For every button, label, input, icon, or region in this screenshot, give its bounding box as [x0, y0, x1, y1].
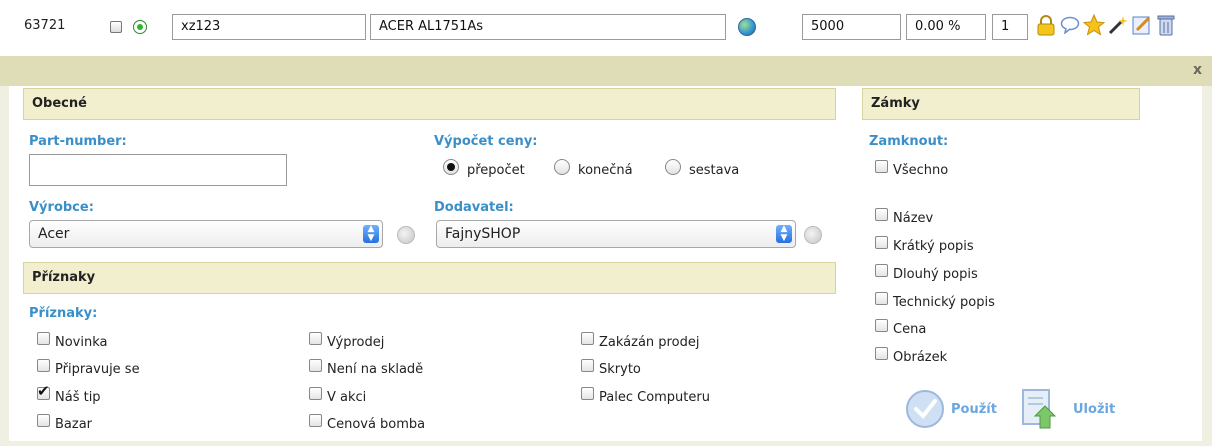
flag-checkbox-novinka[interactable]	[37, 332, 50, 345]
code-input[interactable]: xz123	[172, 14, 366, 40]
flag-label: Náš tip	[55, 390, 101, 405]
product-row: 63721 xz123 ACER AL1751As 5000 0.00 % 1	[0, 0, 1212, 57]
flag-checkbox-vyprodej[interactable]	[309, 332, 322, 345]
apply-button[interactable]: Použít	[951, 402, 997, 417]
select-arrows-icon: ▲ ▼	[776, 225, 792, 243]
flag-checkbox-zakazan-prodej[interactable]	[581, 332, 594, 345]
comment-icon[interactable]	[1060, 16, 1080, 34]
panel-header: x	[0, 56, 1212, 86]
flag-checkbox-palec-computeru[interactable]	[581, 387, 594, 400]
flag-label: Zakázán prodej	[599, 335, 700, 350]
product-name-input[interactable]: ACER AL1751As	[370, 14, 726, 40]
lock-checkbox-cena[interactable]	[875, 319, 888, 332]
price-calc-radio-sestava[interactable]	[665, 159, 681, 175]
row-active-radio[interactable]	[133, 20, 147, 34]
flag-label: Skryto	[599, 362, 641, 377]
part-number-label: Part-number:	[29, 134, 127, 149]
price-calc-radio-prepocet[interactable]	[443, 159, 459, 175]
price-calc-option-label: sestava	[689, 163, 740, 178]
flag-checkbox-pripravuje-se[interactable]	[37, 359, 50, 372]
flag-label: Výprodej	[327, 335, 385, 350]
price-calc-option-label: konečná	[578, 163, 633, 178]
manufacturer-select[interactable]: Acer ▲ ▼	[29, 220, 383, 248]
row-select-checkbox[interactable]	[110, 21, 122, 33]
price-calc-option-label: přepočet	[467, 163, 525, 178]
flag-label: Bazar	[55, 417, 93, 432]
panel-content: Obecné Part-number: Výpočet ceny: přepoč…	[9, 86, 1202, 441]
flag-checkbox-cenova-bomba[interactable]	[309, 414, 322, 427]
lock-label: Zamknout:	[869, 134, 949, 149]
lock-checkbox-obrazek[interactable]	[875, 347, 888, 360]
lock-option-label: Všechno	[893, 163, 949, 178]
lock-checkbox-kratky-popis[interactable]	[875, 236, 888, 249]
price-input[interactable]: 5000	[802, 14, 901, 40]
flag-checkbox-nas-tip[interactable]	[37, 382, 50, 400]
flag-label: Připravuje se	[55, 362, 140, 377]
save-icon[interactable]	[1019, 386, 1059, 430]
supplier-value: FajnySHOP	[445, 226, 521, 242]
lock-checkbox-technicky-popis[interactable]	[875, 292, 888, 305]
supplier-add-icon[interactable]	[804, 226, 822, 244]
flag-checkbox-neni-na-sklade[interactable]	[309, 359, 322, 372]
supplier-label: Dodavatel:	[434, 200, 514, 215]
lock-option-label: Název	[893, 211, 934, 226]
quantity-input[interactable]: 1	[992, 14, 1028, 40]
price-calc-radio-konecna[interactable]	[554, 159, 570, 175]
discount-input[interactable]: 0.00 %	[906, 14, 986, 40]
section-header-obecne: Obecné	[23, 88, 836, 120]
edit-icon[interactable]	[1131, 14, 1153, 36]
section-header-zamky: Zámky	[862, 88, 1140, 120]
lock-option-label: Obrázek	[893, 350, 948, 365]
manufacturer-label: Výrobce:	[29, 200, 94, 215]
close-icon[interactable]: x	[1193, 62, 1202, 78]
flag-checkbox-bazar[interactable]	[37, 414, 50, 427]
select-arrows-icon: ▲ ▼	[363, 225, 379, 243]
apply-check-icon[interactable]	[905, 389, 945, 429]
lock-checkbox-all[interactable]	[875, 160, 888, 173]
magic-wand-icon[interactable]	[1107, 14, 1129, 36]
lock-icon[interactable]	[1036, 14, 1056, 36]
lock-checkbox-dlouhy-popis[interactable]	[875, 264, 888, 277]
section-header-priznaky: Příznaky	[23, 262, 836, 294]
flag-label: Není na skladě	[327, 362, 424, 377]
flag-checkbox-v-akci[interactable]	[309, 387, 322, 400]
flags-label: Příznaky:	[29, 306, 98, 321]
part-number-input[interactable]	[29, 154, 287, 186]
lock-checkbox-nazev[interactable]	[875, 208, 888, 221]
lock-option-label: Technický popis	[893, 295, 995, 310]
trash-icon[interactable]	[1156, 13, 1176, 37]
lock-option-label: Cena	[893, 322, 927, 337]
star-icon[interactable]	[1083, 14, 1105, 36]
manufacturer-value: Acer	[38, 226, 70, 242]
globe-icon[interactable]	[738, 18, 756, 36]
supplier-select[interactable]: FajnySHOP ▲ ▼	[436, 220, 796, 248]
product-detail-panel: x Obecné Part-number: Výpočet ceny: přep…	[0, 56, 1212, 446]
product-id: 63721	[24, 18, 66, 33]
flag-label: V akci	[327, 390, 367, 405]
flag-label: Palec Computeru	[599, 390, 710, 405]
lock-option-label: Dlouhý popis	[893, 267, 978, 282]
flag-label: Cenová bomba	[327, 417, 426, 432]
save-button[interactable]: Uložit	[1073, 402, 1115, 417]
flag-label: Novinka	[55, 335, 108, 350]
lock-option-label: Krátký popis	[893, 239, 974, 254]
flag-checkbox-skryto[interactable]	[581, 359, 594, 372]
manufacturer-add-icon[interactable]	[397, 226, 415, 244]
price-calc-label: Výpočet ceny:	[434, 134, 538, 149]
